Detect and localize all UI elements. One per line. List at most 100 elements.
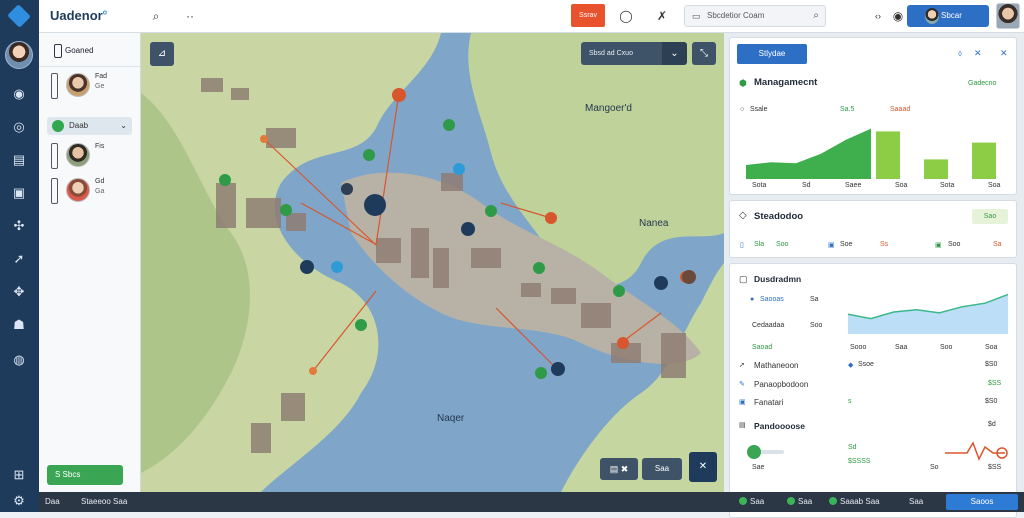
area-series xyxy=(746,128,871,179)
pen-icon: ✎ xyxy=(739,381,745,388)
navigate-icon[interactable]: ‹› xyxy=(869,7,887,25)
expand-icon[interactable]: ✕ xyxy=(974,48,982,59)
contact-item[interactable]: Fis xyxy=(51,141,137,171)
status-bar: Daa Staeeoo Saa Saa Saa Saaab Saa Saa Sa… xyxy=(39,492,1024,512)
action-button[interactable]: S Sbcs xyxy=(47,465,123,485)
shuffle-icon[interactable]: ✗ xyxy=(653,7,671,25)
diamond-icon: ◇ xyxy=(739,210,747,221)
phone-icon xyxy=(51,178,58,204)
overview-title: Dusdradmn xyxy=(754,274,802,284)
stat-item: Soe xyxy=(840,241,853,248)
status-item-text: Saa xyxy=(798,497,813,506)
contact-item[interactable]: Gd Ga xyxy=(51,176,137,206)
refresh-icon[interactable]: ◯ xyxy=(617,7,635,25)
cell-icon: ▣ xyxy=(935,242,942,249)
status-item: Staeeoo Saa xyxy=(81,497,128,506)
management-badge: Gadecno xyxy=(968,80,997,87)
user-menu-button[interactable]: Sbcar xyxy=(907,5,989,27)
bar-series xyxy=(924,159,948,179)
clipboard-icon: ▢ xyxy=(739,274,748,284)
axis-tick-label: Sooo xyxy=(850,344,867,351)
management-title: Managamecnt xyxy=(754,77,818,88)
search-text: Sbcdetior Coam xyxy=(707,11,765,20)
left-rail: ◉ ◎ ▤ ▣ ✣ ➚ ✥ ☗ ◍ ⊞ ⚙ xyxy=(0,0,39,512)
contact-avatar xyxy=(66,73,90,97)
map-layers-toggle[interactable]: ▤ ✖ xyxy=(600,458,638,480)
axis-tick-label: Saee xyxy=(845,182,862,189)
map-location-icon[interactable]: ⊿ xyxy=(150,42,174,66)
list-item-value: $S0 xyxy=(985,398,998,405)
list-item-value: $S0 xyxy=(985,361,998,368)
legend-dot: ○ xyxy=(740,106,745,113)
contact-sub: Ge xyxy=(95,83,105,90)
location-icon[interactable]: ◉ xyxy=(10,85,28,103)
more-icon[interactable]: ·· xyxy=(181,7,199,25)
overview-footer: Saoad xyxy=(752,344,773,351)
alert-button[interactable]: Ssrav xyxy=(571,4,605,27)
map-place-label: Mangoer'd xyxy=(585,103,632,114)
bottom-card-value: $SSSS xyxy=(848,458,871,465)
close-icon[interactable]: ✕ xyxy=(1000,48,1008,59)
app-logo-icon xyxy=(7,4,31,28)
chevron-down-icon[interactable]: ⌄ xyxy=(662,42,687,65)
target-icon[interactable]: ◉ xyxy=(889,7,907,25)
pin-icon[interactable]: ⬨ xyxy=(958,48,962,59)
magnifier-icon[interactable]: ⌕ xyxy=(813,6,819,26)
contacts-header: Goaned xyxy=(45,41,135,61)
profile-avatar[interactable] xyxy=(996,3,1020,29)
settings-icon[interactable]: ⚙ xyxy=(10,492,28,510)
status-item: Saa xyxy=(909,497,924,506)
chevron-down-icon: ⌄ xyxy=(120,121,127,130)
axis-tick-label: Sae xyxy=(752,464,765,471)
status-item: Saa xyxy=(787,497,812,506)
search-icon[interactable]: ⌕ xyxy=(147,7,165,25)
group-icon[interactable]: ☗ xyxy=(10,316,28,334)
fullscreen-icon[interactable]: ✕ xyxy=(689,452,717,482)
overview-row-label: Cedaadaa xyxy=(752,322,785,329)
inbox-icon[interactable]: ▣ xyxy=(10,184,28,202)
send-icon: ➚ xyxy=(739,362,745,369)
axis-tick-label: Saa xyxy=(895,344,908,351)
shield-icon: ⬢ xyxy=(739,78,747,88)
legend-item: Ssale xyxy=(750,106,768,113)
stats-badge[interactable]: Sao xyxy=(972,209,1008,224)
map-canvas xyxy=(141,33,724,492)
status-action-button[interactable]: Saoos xyxy=(946,494,1018,510)
map-view[interactable]: ⊿ Sbsd ad Cxuo ⌄ ⤡ Mangoer'd Nanea Naqer… xyxy=(141,33,724,492)
bottom-card-right: $d xyxy=(988,421,996,428)
stat-item: Sla xyxy=(754,241,765,248)
tool-icon[interactable]: ✥ xyxy=(10,283,28,301)
compass-icon[interactable]: ◎ xyxy=(10,118,28,136)
puzzle-icon[interactable]: ✣ xyxy=(10,217,28,235)
map-layer-selector[interactable]: Sbsd ad Cxuo xyxy=(581,42,662,65)
user-mini-avatar xyxy=(925,8,939,24)
overview-chart xyxy=(848,293,1008,334)
contact-item[interactable]: Fad Ge xyxy=(51,71,137,101)
status-item-text: Saaab Saa xyxy=(840,497,880,506)
tab-study[interactable]: Stlydae xyxy=(737,44,807,64)
status-filter-dropdown[interactable]: Daab ⌄ xyxy=(47,117,132,135)
user-avatar[interactable] xyxy=(5,41,33,69)
global-search-input[interactable]: ▭ Sbcdetior Coam ⌕ xyxy=(684,5,826,27)
status-item: Saa xyxy=(739,497,764,506)
analytics-panel: Stlydae ⬨ ✕ ✕ ⬢ Managamecnt Gadecno ○ Ss… xyxy=(724,33,1024,518)
stat-item: Sa xyxy=(993,241,1002,248)
divider xyxy=(39,66,140,67)
grid-icon: ▤ xyxy=(739,422,746,429)
send-icon[interactable]: ➚ xyxy=(10,250,28,268)
contact-name: Fad xyxy=(95,73,108,80)
overview-card: ▢ Dusdradmn ● Saooas Sa Cedaadaa Soo Sao… xyxy=(729,263,1017,518)
progress-knob[interactable] xyxy=(747,445,761,459)
map-place-label: Nanea xyxy=(639,218,669,229)
square-icon: ▣ xyxy=(739,399,746,406)
collapse-icon[interactable]: ⤡ xyxy=(692,42,716,65)
document-icon[interactable]: ▤ xyxy=(10,151,28,169)
legend-item: Saaad xyxy=(890,106,911,113)
status-dot-icon xyxy=(52,120,64,132)
globe-icon[interactable]: ◍ xyxy=(10,351,28,369)
axis-tick-label: Soo xyxy=(940,344,953,351)
clipboard-icon: ▭ xyxy=(692,11,701,21)
area-series xyxy=(848,294,1008,334)
map-view-button[interactable]: Saa xyxy=(642,458,682,480)
add-icon[interactable]: ⊞ xyxy=(10,466,28,484)
